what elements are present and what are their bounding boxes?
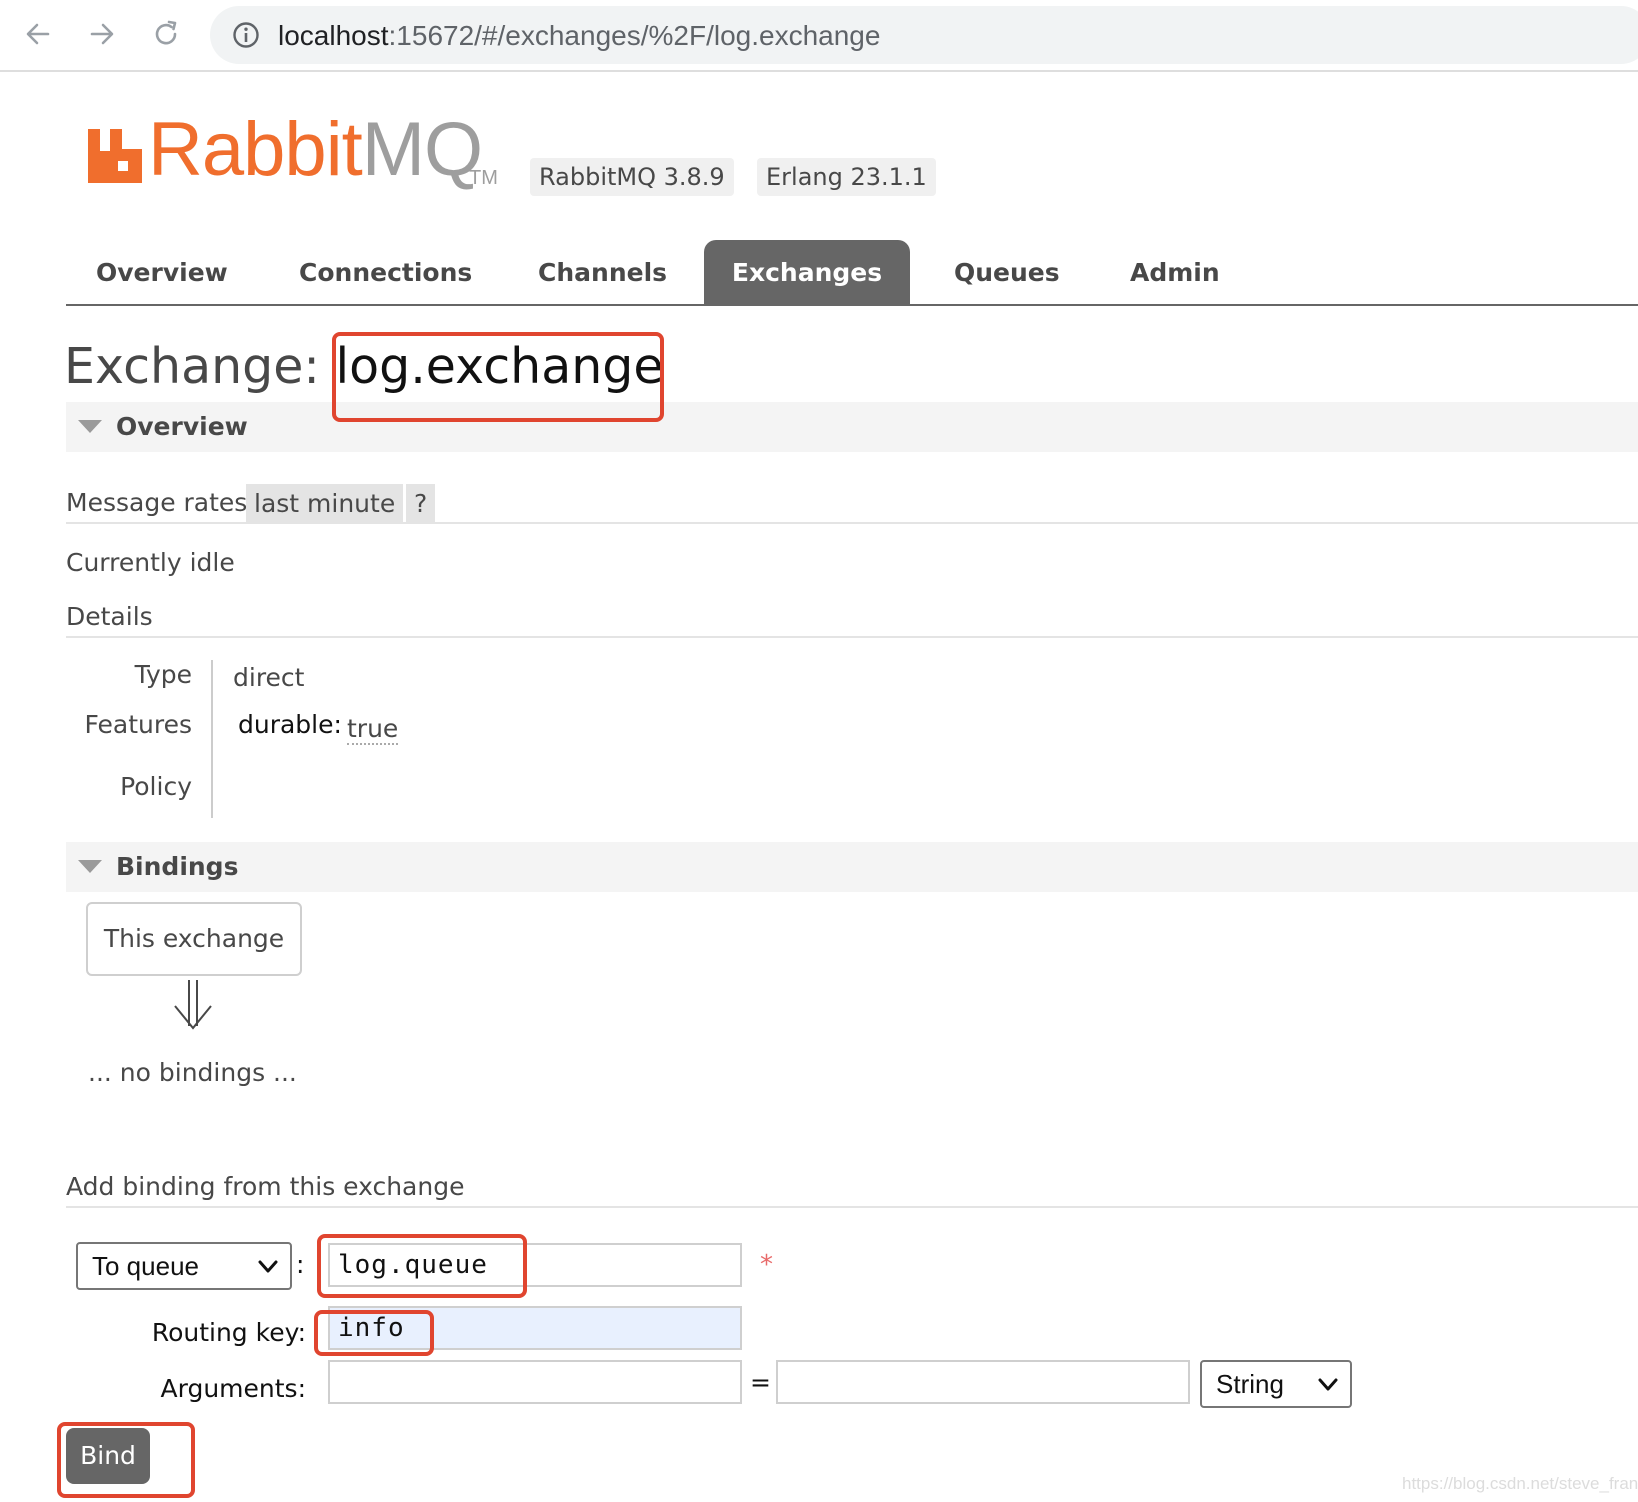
info-icon[interactable] xyxy=(232,21,260,49)
policy-label: Policy xyxy=(120,772,192,801)
durable-value: true xyxy=(347,714,399,745)
tab-exchanges[interactable]: Exchanges xyxy=(704,240,910,304)
url-path: :15672/#/exchanges/%2F/log.exchange xyxy=(388,20,881,51)
status-text: Currently idle xyxy=(66,548,235,577)
highlight-exchange-name xyxy=(332,332,664,422)
rate-period-selector[interactable]: last minute xyxy=(246,484,404,524)
overview-section-toggle[interactable]: Overview xyxy=(66,402,1638,452)
chevron-down-icon xyxy=(258,1260,278,1273)
reload-button[interactable] xyxy=(146,14,186,54)
destination-type-select[interactable]: To queue xyxy=(76,1242,292,1290)
bindings-section-toggle[interactable]: Bindings xyxy=(66,842,1638,892)
bindings-section-label: Bindings xyxy=(116,852,239,881)
url-text: localhost:15672/#/exchanges/%2F/log.exch… xyxy=(278,20,880,52)
browser-toolbar: localhost:15672/#/exchanges/%2F/log.exch… xyxy=(0,0,1638,72)
this-exchange-box: This exchange xyxy=(86,902,302,976)
rabbitmq-version-badge: RabbitMQ 3.8.9 xyxy=(530,158,734,196)
required-marker: * xyxy=(760,1250,773,1280)
message-rates-label: Message rates xyxy=(66,488,248,517)
rabbitmq-logo-icon xyxy=(88,129,142,183)
logo-mq: MQ xyxy=(361,107,483,192)
arguments-label: Arguments: xyxy=(160,1374,306,1403)
chevron-down-icon xyxy=(1318,1378,1338,1391)
argument-type-select[interactable]: String xyxy=(1200,1360,1352,1408)
divider xyxy=(66,1206,1638,1208)
back-icon xyxy=(26,23,50,45)
highlight-routing-key xyxy=(314,1310,434,1356)
tab-queues[interactable]: Queues xyxy=(954,240,1060,304)
argument-type-value: String xyxy=(1216,1369,1284,1399)
erlang-version-badge: Erlang 23.1.1 xyxy=(757,158,936,196)
details-divider xyxy=(211,660,213,818)
highlight-bind-button xyxy=(57,1422,195,1498)
destination-colon: : xyxy=(296,1250,305,1279)
type-label: Type xyxy=(134,660,192,689)
features-label: Features xyxy=(84,710,193,739)
routing-key-label: Routing key: xyxy=(151,1318,306,1347)
argument-value-input[interactable] xyxy=(776,1360,1190,1404)
equals-sign: = xyxy=(750,1368,771,1397)
divider xyxy=(66,522,1638,524)
logo-rabbit: Rabbit xyxy=(148,107,363,192)
collapse-triangle-icon xyxy=(78,860,102,873)
double-arrow-down-icon xyxy=(174,980,212,1030)
address-bar[interactable]: localhost:15672/#/exchanges/%2F/log.exch… xyxy=(210,6,1638,64)
forward-icon xyxy=(90,23,114,45)
tab-overview[interactable]: Overview xyxy=(96,240,228,304)
collapse-triangle-icon xyxy=(78,420,102,433)
logo-wordmark: RabbitMQ xyxy=(148,112,483,188)
back-button[interactable] xyxy=(18,14,58,54)
logo-trademark: TM xyxy=(469,167,498,189)
tab-admin[interactable]: Admin xyxy=(1130,240,1220,304)
url-host: localhost xyxy=(278,20,389,51)
main-tabs: Overview Connections Channels Exchanges … xyxy=(66,240,1638,306)
forward-button[interactable] xyxy=(82,14,122,54)
add-binding-heading: Add binding from this exchange xyxy=(66,1172,465,1201)
destination-type-value: To queue xyxy=(92,1251,199,1281)
watermark: https://blog.csdn.net/steve_frank xyxy=(1402,1474,1638,1493)
durable-key: durable: xyxy=(238,710,342,739)
argument-key-input[interactable] xyxy=(328,1360,742,1404)
page-title-prefix: Exchange: xyxy=(64,338,320,395)
divider xyxy=(66,636,1638,638)
details-heading: Details xyxy=(66,602,153,631)
overview-section-label: Overview xyxy=(116,412,248,441)
no-bindings-text: ... no bindings ... xyxy=(88,1058,297,1087)
type-value: direct xyxy=(233,663,305,692)
help-button[interactable]: ? xyxy=(406,484,436,524)
tab-channels[interactable]: Channels xyxy=(538,240,667,304)
highlight-destination xyxy=(317,1234,527,1298)
reload-icon xyxy=(155,20,177,45)
tab-connections[interactable]: Connections xyxy=(299,240,472,304)
